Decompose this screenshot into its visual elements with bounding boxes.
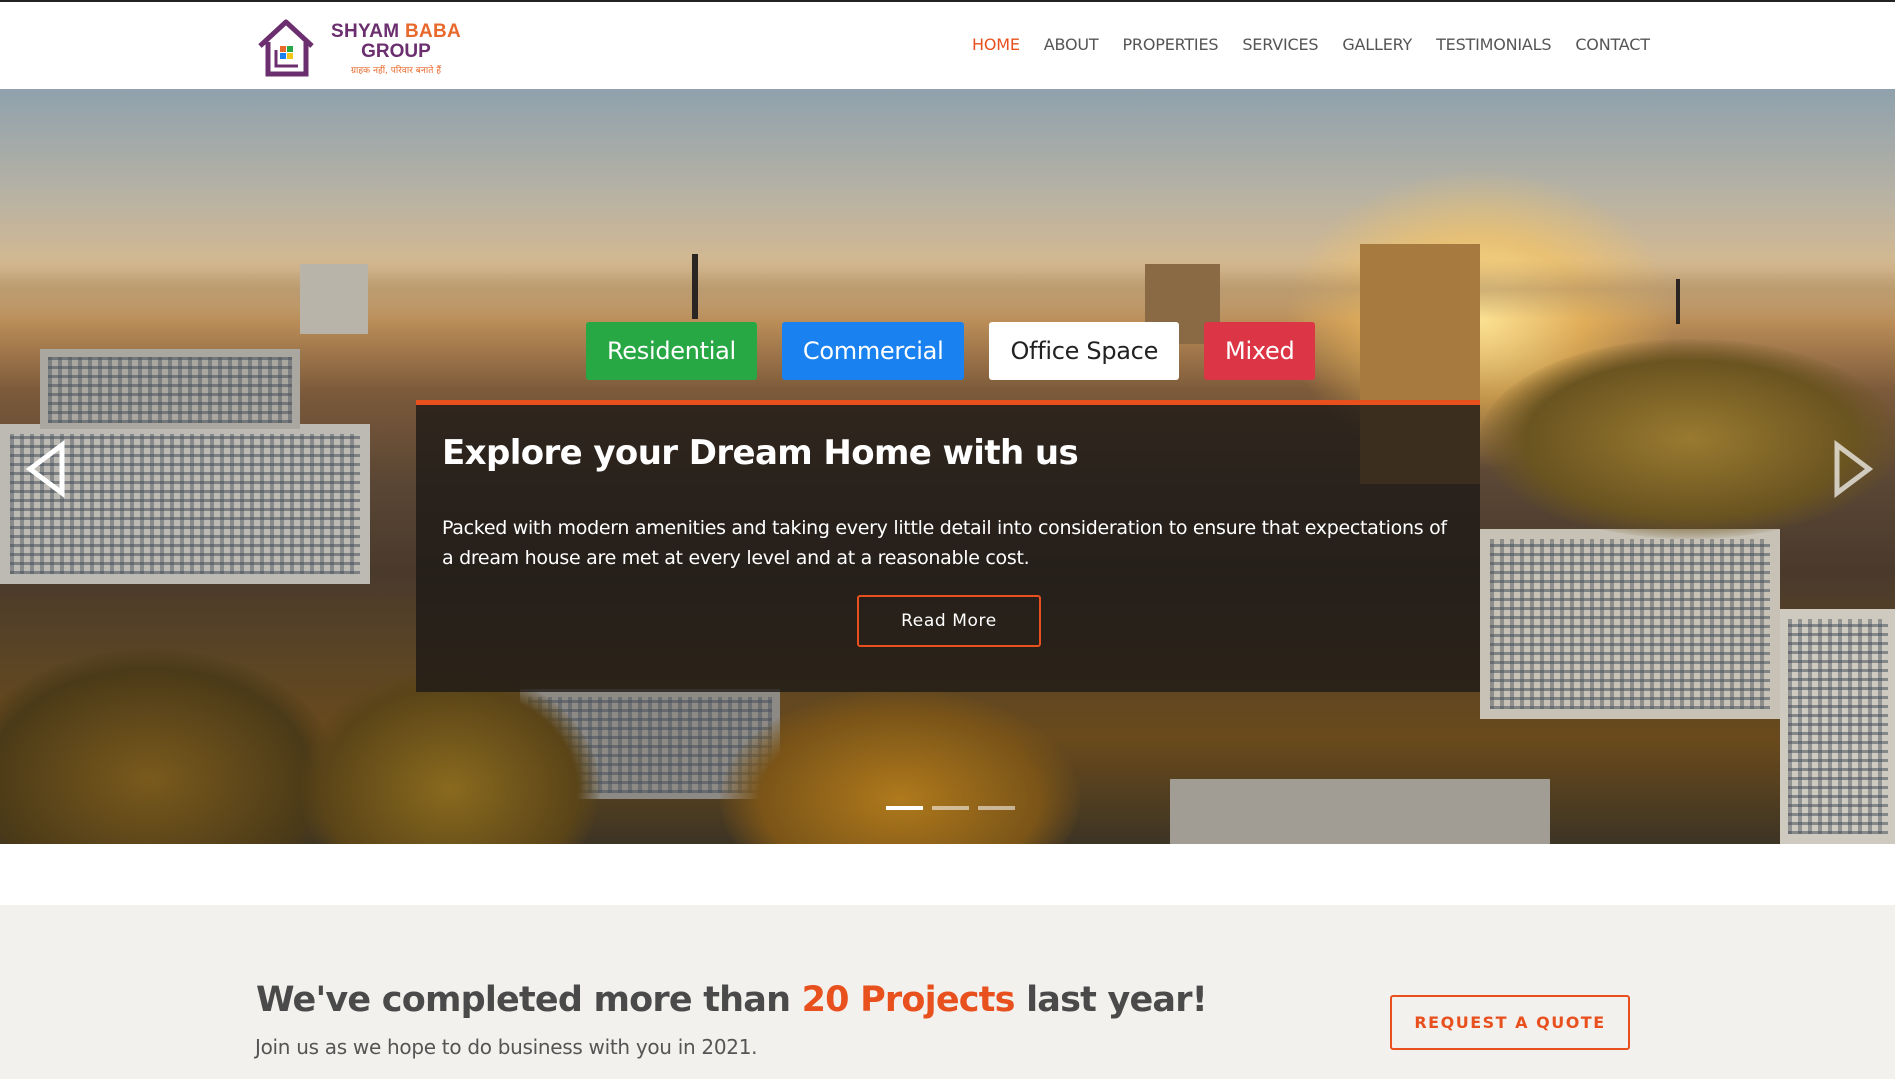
tree-canopy [0,649,340,844]
brand-name-part2: BABA [404,21,462,42]
cta-heading: We've completed more than 20 Projects la… [256,980,1208,1020]
brand-name-part1: SHYAM [330,21,400,42]
chimney [692,254,698,319]
brand-name: SHYAM BABA GROUP ग्राहक नहीं, परिवार बना… [326,21,466,77]
slide-title: Explore your Dream Home with us [442,433,1079,473]
cta-heading-before: We've completed more than [256,980,791,1020]
hero-slider: Residential Commercial Office Space Mixe… [0,89,1895,844]
nav-testimonials[interactable]: TESTIMONIALS [1424,32,1563,62]
property-type-filters: Residential Commercial Office Space Mixe… [586,322,1316,380]
chevron-right-icon [1834,440,1874,498]
brand-logo[interactable]: SHYAM BABA GROUP ग्राहक नहीं, परिवार बना… [256,14,466,80]
cta-heading-highlight: 20 Projects [801,980,1016,1020]
chevron-left-icon [25,440,65,498]
nav-properties[interactable]: PROPERTIES [1110,32,1230,62]
slider-next-button[interactable] [1827,439,1877,499]
cta-heading-after: last year! [1026,980,1208,1020]
filter-commercial-button[interactable]: Commercial [781,322,965,380]
site-header: SHYAM BABA GROUP ग्राहक नहीं, परिवार बना… [0,2,1895,89]
slide-caption-box: Explore your Dream Home with us Packed w… [416,400,1480,692]
brand-tagline: ग्राहक नहीं, परिवार बनाते हैं [350,66,442,76]
request-quote-button[interactable]: REQUEST A QUOTE [1390,995,1630,1050]
slide-indicator-1[interactable] [886,806,923,810]
slider-prev-button[interactable] [22,439,72,499]
nav-about[interactable]: ABOUT [1032,32,1111,62]
projects-cta-section: We've completed more than 20 Projects la… [0,905,1895,1079]
filter-residential-button[interactable]: Residential [586,322,757,380]
skyline-haze [0,259,1895,319]
read-more-button[interactable]: Read More [857,595,1041,647]
main-nav: HOME ABOUT PROPERTIES SERVICES GALLERY T… [960,32,1662,62]
building-windows [48,357,292,423]
apartment-block [1170,779,1550,844]
slide-description: Packed with modern amenities and taking … [442,517,1447,569]
nav-contact[interactable]: CONTACT [1563,32,1661,62]
filter-mixed-button[interactable]: Mixed [1204,322,1316,380]
brand-name-line2: GROUP [361,41,431,62]
nav-home[interactable]: HOME [960,32,1032,62]
slide-indicator-3[interactable] [978,806,1015,810]
slider-indicators [886,806,1015,810]
tower-building [300,264,368,334]
slide-indicator-2[interactable] [932,806,969,810]
house-logo-icon [258,19,314,77]
nav-gallery[interactable]: GALLERY [1330,32,1424,62]
chimney [1676,279,1680,324]
cta-subtitle: Join us as we hope to do business with y… [255,1035,758,1059]
nav-services[interactable]: SERVICES [1230,32,1330,62]
building-windows [1490,539,1770,709]
building-windows [1788,619,1888,834]
filter-office-space-button[interactable]: Office Space [989,322,1180,380]
